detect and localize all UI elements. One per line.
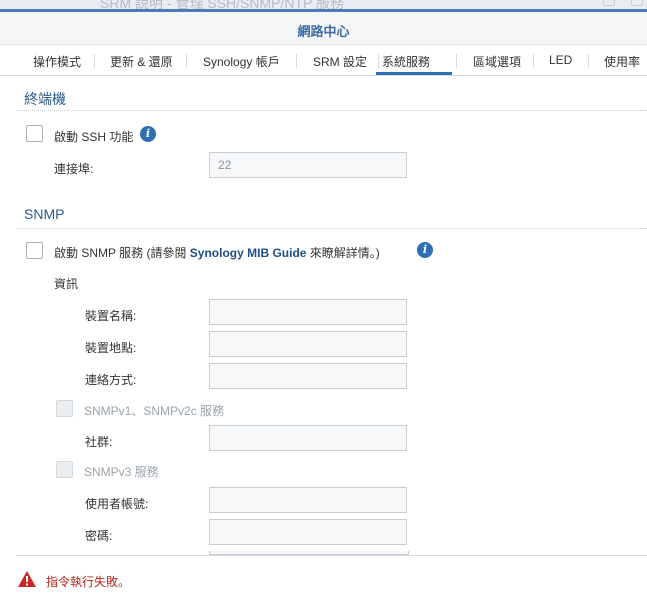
snmp-info-icon[interactable]: i bbox=[417, 242, 433, 258]
snmp-info-header: 資訊 bbox=[54, 277, 79, 291]
background-minimize-icon bbox=[603, 0, 615, 6]
snmpv1-v2c-label: SNMPv1、SNMPv2c 服務 bbox=[84, 404, 225, 418]
contact-input[interactable] bbox=[209, 363, 407, 389]
window-header: 網路中心 bbox=[0, 12, 647, 45]
password-input[interactable] bbox=[209, 519, 407, 545]
footer-divider bbox=[16, 555, 647, 556]
ssh-port-label: 連接埠: bbox=[54, 162, 94, 176]
device-location-input[interactable] bbox=[209, 331, 407, 357]
error-message: 指令執行失敗。 bbox=[46, 575, 131, 589]
tab-operation-mode[interactable]: 操作模式 bbox=[33, 53, 81, 70]
tab-regional-options[interactable]: 區域選項 bbox=[473, 53, 521, 70]
device-name-label: 裝置名稱: bbox=[85, 309, 137, 323]
synology-mib-guide-link[interactable]: Synology MIB Guide bbox=[190, 246, 307, 260]
ssh-port-input[interactable] bbox=[209, 152, 407, 178]
tab-bar: 操作模式 更新 & 還原 Synology 帳戶 SRM 設定 系統服務 區域選… bbox=[0, 45, 647, 76]
snmpv1-v2c-checkbox[interactable] bbox=[56, 400, 73, 417]
community-label: 社群: bbox=[85, 435, 113, 449]
snmpv3-label: SNMPv3 服務 bbox=[84, 465, 159, 479]
username-label: 使用者帳號: bbox=[85, 497, 149, 511]
tab-separator bbox=[456, 54, 457, 68]
tab-separator bbox=[533, 54, 534, 68]
warning-icon bbox=[18, 571, 36, 587]
window-title: 網路中心 bbox=[297, 24, 350, 39]
ssh-enable-label: 啟動 SSH 功能 bbox=[54, 130, 134, 144]
snmp-enable-label: 啟動 SNMP 服務 (請參閱 Synology MIB Guide 來瞭解詳情… bbox=[54, 244, 380, 261]
terminal-section-title: 終端機 bbox=[24, 91, 66, 107]
tab-separator bbox=[378, 54, 379, 68]
terminal-section-divider bbox=[16, 110, 647, 111]
device-location-label: 裝置地點: bbox=[85, 341, 137, 355]
snmp-enable-prefix: 啟動 SNMP 服務 (請參閱 bbox=[54, 246, 190, 260]
tab-synology-account[interactable]: Synology 帳戶 bbox=[203, 53, 280, 70]
snmp-enable-suffix: 來瞭解詳情。) bbox=[306, 246, 380, 260]
tab-srm-settings[interactable]: SRM 設定 bbox=[313, 53, 367, 70]
tab-system-services[interactable]: 系統服務 bbox=[382, 53, 430, 70]
background-maximize-icon bbox=[631, 0, 643, 6]
password-label: 密碼: bbox=[85, 529, 113, 543]
tab-led[interactable]: LED bbox=[549, 53, 572, 67]
tab-separator bbox=[296, 54, 297, 68]
active-tab-indicator bbox=[376, 72, 452, 75]
tab-separator bbox=[94, 54, 95, 68]
username-input[interactable] bbox=[209, 487, 407, 513]
tab-update-restore[interactable]: 更新 & 還原 bbox=[110, 53, 173, 70]
snmp-enable-checkbox[interactable] bbox=[26, 242, 43, 259]
tab-usage[interactable]: 使用率 bbox=[604, 53, 640, 70]
device-name-input[interactable] bbox=[209, 299, 407, 325]
tab-separator bbox=[588, 54, 589, 68]
snmp-section-divider bbox=[16, 228, 647, 229]
contact-label: 連絡方式: bbox=[85, 373, 137, 387]
community-input[interactable] bbox=[209, 425, 407, 451]
snmp-section-title: SNMP bbox=[24, 206, 65, 222]
tab-separator bbox=[186, 54, 187, 68]
snmpv3-checkbox[interactable] bbox=[56, 461, 73, 478]
ssh-info-icon[interactable]: i bbox=[140, 126, 156, 142]
ssh-enable-checkbox[interactable] bbox=[26, 125, 43, 142]
